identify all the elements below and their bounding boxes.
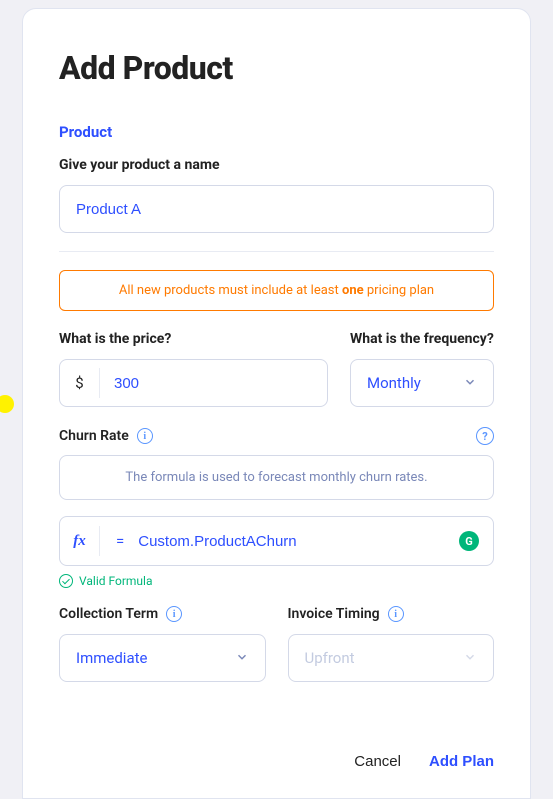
product-name-input[interactable]: [59, 185, 494, 233]
chevron-down-icon: [463, 374, 477, 393]
warning-text-suffix: pricing plan: [364, 283, 434, 298]
pricing-plan-warning: All new products must include at least o…: [59, 270, 494, 311]
chevron-down-icon: [235, 649, 249, 668]
info-icon[interactable]: i: [166, 606, 182, 622]
frequency-select[interactable]: Monthly: [350, 359, 494, 407]
cancel-button[interactable]: Cancel: [354, 753, 401, 770]
modal-footer: Cancel Add Plan: [59, 735, 494, 770]
modal-title: Add Product: [59, 49, 494, 87]
chevron-down-icon: [463, 649, 477, 668]
price-input[interactable]: [100, 375, 327, 392]
product-name-label: Give your product a name: [59, 157, 494, 173]
price-label: What is the price?: [59, 331, 328, 347]
frequency-value: Monthly: [367, 374, 421, 392]
collection-term-label-wrapper: Collection Term i: [59, 606, 266, 622]
warning-text-bold: one: [342, 283, 364, 298]
add-plan-button[interactable]: Add Plan: [429, 753, 494, 770]
divider: [59, 251, 494, 252]
info-icon[interactable]: i: [137, 428, 153, 444]
churn-rate-label: Churn Rate: [59, 428, 129, 444]
invoice-timing-select[interactable]: Upfront: [288, 634, 495, 682]
info-icon[interactable]: i: [388, 606, 404, 622]
valid-formula-indicator: Valid Formula: [59, 574, 494, 588]
section-product-label: Product: [59, 123, 494, 141]
churn-info-banner: The formula is used to forecast monthly …: [59, 455, 494, 500]
warning-text-prefix: All new products must include at least: [119, 283, 342, 298]
price-input-wrapper: $: [59, 359, 328, 407]
invoice-timing-value: Upfront: [305, 649, 355, 667]
collection-term-select[interactable]: Immediate: [59, 634, 266, 682]
formula-input-wrapper: fx = G: [59, 516, 494, 566]
collection-term-value: Immediate: [76, 649, 147, 667]
formula-equals: =: [100, 532, 138, 550]
decorative-dot: [0, 395, 14, 413]
currency-prefix: $: [60, 368, 100, 398]
grammarly-icon[interactable]: G: [459, 531, 479, 551]
churn-rate-label-wrapper: Churn Rate i: [59, 428, 153, 444]
invoice-timing-label: Invoice Timing: [288, 606, 380, 622]
fx-icon: fx: [60, 526, 100, 556]
add-product-modal: Add Product Product Give your product a …: [22, 8, 531, 799]
checkmark-icon: [59, 574, 73, 588]
frequency-label: What is the frequency?: [350, 331, 494, 347]
formula-input[interactable]: [138, 533, 459, 550]
invoice-timing-label-wrapper: Invoice Timing i: [288, 606, 495, 622]
help-icon[interactable]: ?: [476, 427, 494, 445]
collection-term-label: Collection Term: [59, 606, 158, 622]
valid-formula-text: Valid Formula: [79, 574, 152, 588]
